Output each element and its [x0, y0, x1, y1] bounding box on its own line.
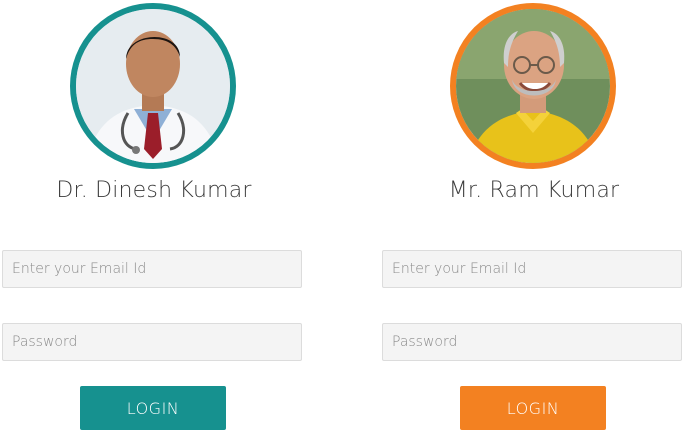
patient-avatar-icon	[456, 9, 610, 163]
patient-avatar	[450, 3, 616, 169]
patient-login-button[interactable]: LOGIN	[460, 386, 606, 430]
doctor-avatar	[70, 3, 236, 169]
patient-password-input[interactable]	[382, 323, 682, 361]
doctor-password-input[interactable]	[2, 323, 302, 361]
doctor-avatar-icon	[76, 9, 230, 163]
patient-email-input[interactable]	[382, 250, 682, 288]
doctor-name: Dr. Dinesh Kumar	[56, 178, 252, 203]
doctor-login-button[interactable]: LOGIN	[80, 386, 226, 430]
patient-name: Mr. Ram Kumar	[448, 178, 620, 203]
doctor-email-input[interactable]	[2, 250, 302, 288]
doctor-login-panel: Dr. Dinesh Kumar LOGIN	[2, 0, 306, 434]
patient-login-panel: Mr. Ram Kumar LOGIN	[382, 0, 686, 434]
